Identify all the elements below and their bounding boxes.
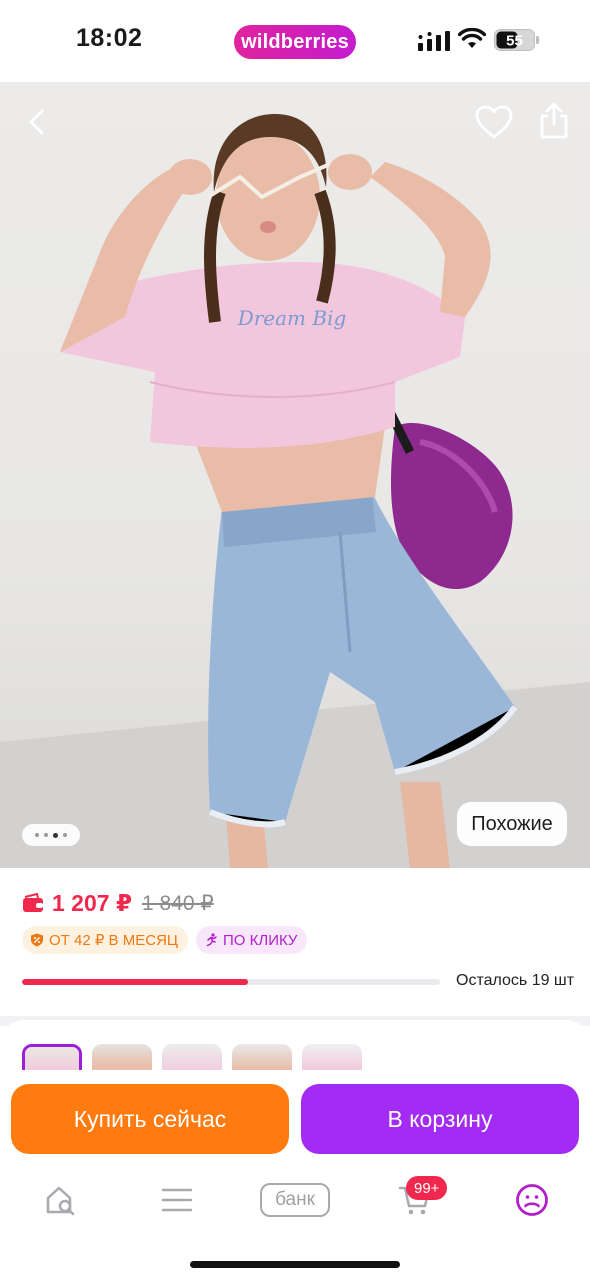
cart-count-badge: 99+ <box>406 1176 448 1200</box>
tab-catalog[interactable] <box>157 1180 197 1220</box>
gallery-dot <box>63 833 67 837</box>
bottom-tab-bar: банк 99+ <box>0 1170 590 1280</box>
shield-percent-icon <box>31 933 43 947</box>
gallery-dot <box>35 833 39 837</box>
tab-home[interactable] <box>40 1180 80 1220</box>
price-card: 1 207 ₽ 1 840 ₽ ОТ 42 ₽ В МЕСЯЦ ПО КЛИКУ… <box>0 868 590 1016</box>
svg-text:Dream Big: Dream Big <box>237 306 347 330</box>
one-click-badge-label: ПО КЛИКУ <box>223 931 298 949</box>
product-image-gallery[interactable]: Dream Big Похожие <box>0 82 590 868</box>
running-person-icon <box>206 933 217 947</box>
old-price: 1 840 ₽ <box>141 891 214 915</box>
cellular-signal-icon <box>418 31 450 51</box>
current-price: 1 207 ₽ <box>52 889 132 916</box>
brand-pill[interactable]: wildberries <box>234 25 356 59</box>
product-photo: Dream Big <box>0 114 590 868</box>
add-to-cart-button[interactable]: В корзину <box>301 1084 579 1154</box>
battery-icon: 55 <box>494 29 539 51</box>
profile-icon <box>516 1184 548 1216</box>
price-row: 1 207 ₽ 1 840 ₽ <box>22 888 214 918</box>
chevron-left-icon <box>29 109 44 135</box>
gallery-dot-active <box>53 832 58 838</box>
status-time: 18:02 <box>76 24 143 52</box>
purchase-actions: Купить сейчас В корзину <box>0 1070 590 1170</box>
menu-icon <box>161 1188 193 1212</box>
similar-products-button[interactable]: Похожие <box>457 802 567 846</box>
wallet-icon <box>23 893 43 912</box>
one-click-badge[interactable]: ПО КЛИКУ <box>196 926 308 954</box>
stock-remaining-label: Осталось 19 шт <box>456 972 575 989</box>
bank-label: банк <box>260 1183 330 1217</box>
promo-badges: ОТ 42 ₽ В МЕСЯЦ ПО КЛИКУ <box>22 926 308 954</box>
installment-badge-label: ОТ 42 ₽ В МЕСЯЦ <box>49 932 178 949</box>
wifi-icon <box>458 28 486 48</box>
tab-profile[interactable] <box>512 1180 552 1220</box>
svg-text:55: 55 <box>506 33 523 50</box>
gallery-pagination-dots <box>22 824 80 846</box>
favorite-heart-icon[interactable] <box>474 104 514 140</box>
tab-bank[interactable]: банк <box>258 1180 332 1220</box>
buy-now-button[interactable]: Купить сейчас <box>11 1084 289 1154</box>
stock-progress-bar <box>22 979 440 985</box>
home-indicator <box>190 1261 400 1268</box>
back-button[interactable] <box>20 104 52 140</box>
gallery-dot <box>44 833 48 837</box>
home-search-icon <box>46 1186 75 1216</box>
status-bar: 18:02 wildberries 55 <box>0 0 590 82</box>
share-icon[interactable] <box>536 100 572 140</box>
installment-badge[interactable]: ОТ 42 ₽ В МЕСЯЦ <box>22 926 188 954</box>
stock-progress-fill <box>22 979 248 985</box>
